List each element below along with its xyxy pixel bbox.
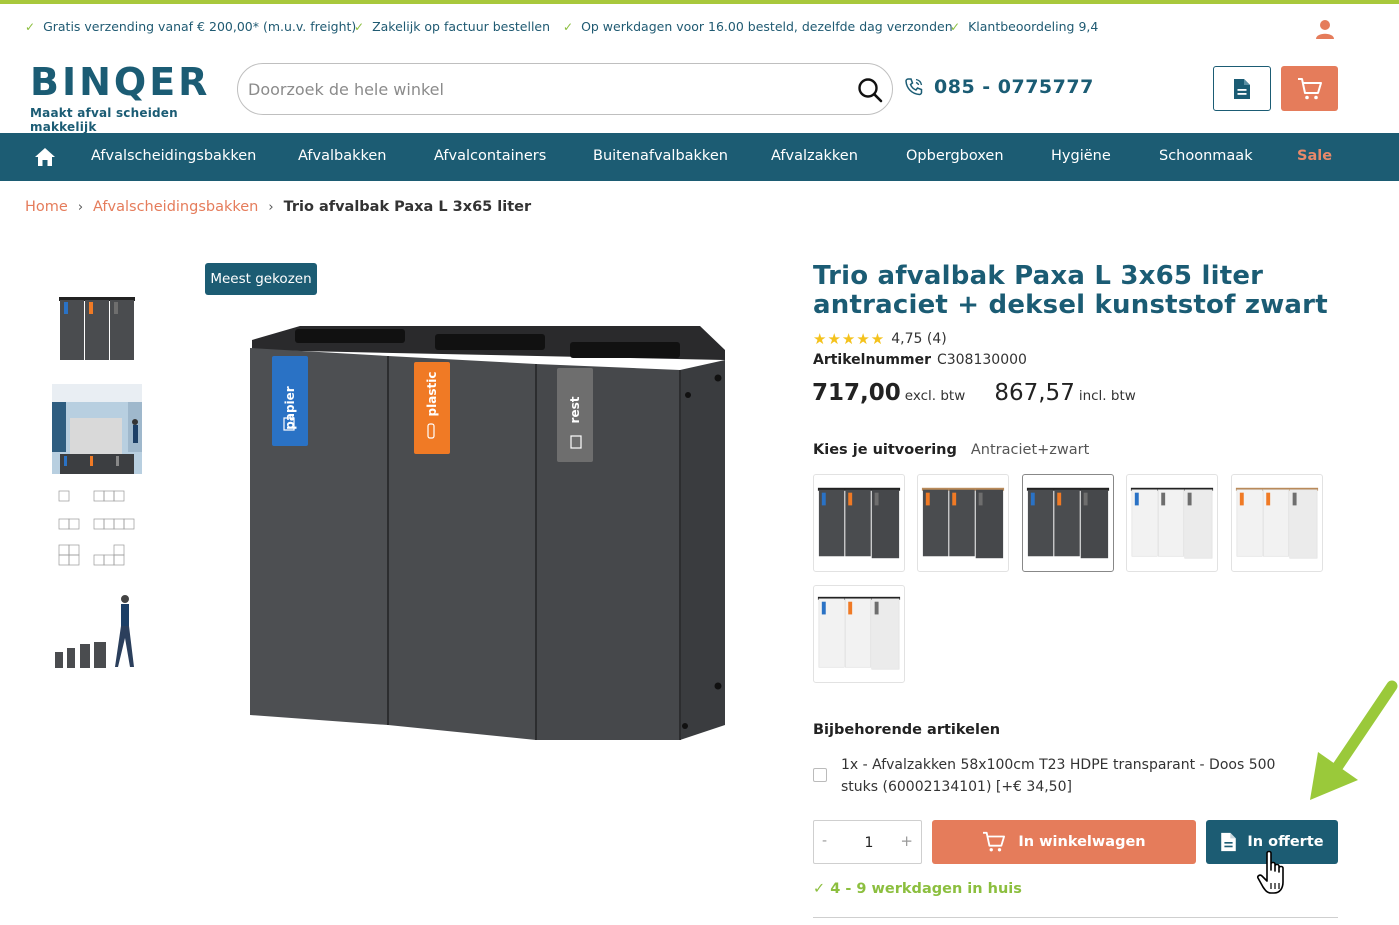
nav-opbergboxen[interactable]: Opbergboxen (906, 148, 1004, 164)
variant-swatch-antraciet-wood[interactable] (917, 474, 1009, 572)
cart-icon (983, 831, 1006, 852)
search-bar (237, 63, 893, 115)
nav-afvalzakken[interactable]: Afvalzakken (771, 148, 858, 164)
search-input[interactable] (248, 72, 848, 106)
nav-schoonmaak[interactable]: Schoonmaak (1159, 148, 1253, 164)
breadcrumb-category[interactable]: Afvalscheidingsbakken (93, 199, 258, 215)
breadcrumb-current: Trio afvalbak Paxa L 3x65 liter (283, 199, 532, 215)
variant-selected-value: Antraciet+zwart (970, 442, 1090, 458)
user-icon[interactable] (1314, 18, 1336, 40)
bin-label-papier: papier (283, 386, 297, 430)
thumbnail-product-front[interactable] (52, 285, 142, 375)
divider (813, 917, 1338, 918)
logo-wordmark: BINQER (30, 60, 211, 104)
usp-bar: ✓ Gratis verzending vanaf € 200,00* (m.u.… (0, 4, 1399, 50)
cart-button[interactable] (1281, 66, 1338, 111)
sku-line: Artikelnummer C308130000 (813, 352, 1027, 368)
home-icon[interactable] (34, 147, 56, 167)
thumbnail-size-comparison[interactable] (52, 582, 142, 672)
document-icon (1234, 78, 1250, 99)
search-icon[interactable] (856, 76, 884, 104)
variant-heading: Kies je uitvoering (813, 442, 957, 458)
arrow-icon (1310, 680, 1398, 800)
usp-shipping: ✓ Gratis verzending vanaf € 200,00* (m.u.… (25, 19, 357, 34)
price-excl-vat: 717,00 (812, 380, 901, 406)
phone-contact[interactable]: 085 - 0775777 (903, 76, 1094, 98)
nav-afvalcontainers[interactable]: Afvalcontainers (434, 148, 546, 164)
rating-value: 4,75 (4) (891, 331, 947, 347)
thumbnail-office-photo[interactable] (52, 384, 142, 474)
thumbnail-dimensions[interactable] (52, 483, 142, 573)
bin-label-plastic: plastic (425, 372, 439, 417)
logo[interactable]: BINQER Maakt afval scheiden makkelijk (30, 60, 225, 134)
qty-decrease-button[interactable]: - (822, 833, 827, 849)
check-icon: ✓ (25, 20, 36, 34)
delivery-time: ✓ 4 - 9 werkdagen in huis (813, 881, 1022, 897)
nav-buitenafvalbakken[interactable]: Buitenafvalbakken (593, 148, 728, 164)
chevron-right-icon: › (268, 200, 274, 215)
document-icon (1221, 832, 1237, 852)
check-icon: ✓ (354, 20, 365, 34)
bin-label-rest: rest (568, 396, 582, 423)
nav-afvalbakken[interactable]: Afvalbakken (298, 148, 386, 164)
check-icon: ✓ (563, 20, 574, 34)
price-incl-label: incl. btw (1078, 388, 1136, 404)
product-rating[interactable]: ★★★★★ 4,75 (4) (813, 330, 947, 348)
most-chosen-badge: Meest gekozen (205, 263, 317, 295)
product-main-image[interactable]: papier plastic rest (240, 320, 735, 765)
price-excl-label: excl. btw (904, 388, 966, 404)
variant-swatch-antraciet-blue[interactable] (813, 474, 905, 572)
add-to-quote-label: In offerte (1247, 834, 1324, 850)
related-item-checkbox[interactable] (813, 768, 827, 782)
nav-sale[interactable]: Sale (1297, 148, 1332, 164)
product-title: Trio afvalbak Paxa L 3x65 liter antracie… (813, 261, 1328, 320)
add-to-cart-button[interactable]: In winkelwagen (932, 820, 1196, 864)
quote-button[interactable] (1213, 66, 1271, 111)
logo-tagline: Maakt afval scheiden makkelijk (30, 106, 178, 134)
nav-hygiene[interactable]: Hygiëne (1051, 148, 1111, 164)
sku-label: Artikelnummer (813, 352, 931, 368)
usp-same-day: ✓ Op werkdagen voor 16.00 besteld, dezelf… (563, 19, 953, 34)
cart-icon (1297, 77, 1322, 99)
variant-label: Kies je uitvoering Antraciet+zwart (813, 442, 1089, 458)
breadcrumb: Home › Afvalscheidingsbakken › Trio afvalbak… (25, 199, 531, 215)
usp-invoice: ✓ Zakelijk op factuur bestellen (354, 19, 551, 34)
related-item-label[interactable]: 1x - Afvalzakken 58x100cm T23 HDPE trans… (841, 754, 1311, 798)
related-items-heading: Bijbehorende artikelen (813, 722, 1001, 738)
chevron-right-icon: › (77, 200, 84, 215)
quantity-stepper: - + (813, 820, 922, 864)
phone-icon (905, 78, 923, 96)
sku-value: C308130000 (936, 352, 1027, 368)
price-block: 717,00 excl. btw 867,57 incl. btw (812, 380, 1136, 406)
qty-increase-button[interactable]: + (900, 832, 913, 850)
variant-swatch-white-black[interactable] (1126, 474, 1218, 572)
usp-rating: ✓ Klantbeoordeling 9,4 (950, 19, 1099, 34)
check-icon: ✓ (950, 20, 961, 34)
star-rating-icon: ★★★★★ (813, 330, 886, 348)
variant-swatch-white-antraciet[interactable] (813, 585, 905, 683)
variant-swatch-white-wood[interactable] (1231, 474, 1323, 572)
hand-cursor-icon (1257, 850, 1284, 894)
main-navigation: Afvalscheidingsbakken Afvalbakken Afvalc… (0, 133, 1399, 181)
qty-input[interactable] (850, 831, 888, 855)
price-incl-vat: 867,57 (994, 380, 1075, 406)
nav-afvalscheidingsbakken[interactable]: Afvalscheidingsbakken (91, 148, 256, 164)
variant-swatch-antraciet-black[interactable] (1022, 474, 1114, 572)
breadcrumb-home[interactable]: Home (25, 199, 68, 215)
add-to-cart-label: In winkelwagen (1018, 834, 1146, 850)
phone-number: 085 - 0775777 (934, 76, 1094, 98)
